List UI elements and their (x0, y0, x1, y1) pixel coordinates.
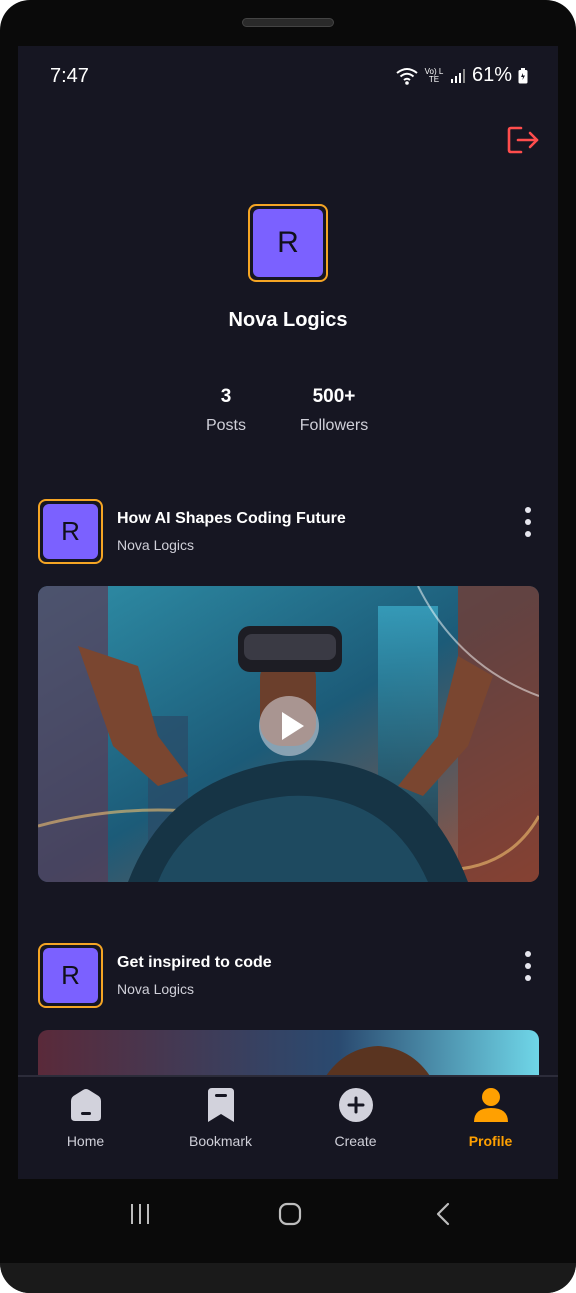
profile-avatar: R (248, 204, 328, 282)
status-time: 7:47 (50, 65, 89, 87)
stat-followers: 500+ Followers (284, 386, 384, 435)
bottom-tab-bar: Home Bookmark Create Profile (18, 1075, 558, 1179)
stat-posts-value: 3 (220, 386, 232, 407)
tab-bookmark-label: Bookmark (188, 1133, 253, 1149)
post-header: R Get inspired to code Nova Logics (38, 943, 538, 1009)
more-options-icon[interactable] (520, 951, 536, 981)
post-title: Get inspired to code (117, 954, 272, 971)
app-screen: 7:47 Vo) LTE 61% R Nova Logics 3 Posts 5… (18, 46, 558, 1179)
plus-icon (338, 1088, 373, 1122)
post-header: R How AI Shapes Coding Future Nova Logic… (38, 499, 538, 565)
profile-icon (473, 1088, 508, 1122)
tab-create[interactable]: Create (288, 1077, 423, 1179)
tab-home[interactable]: Home (18, 1077, 153, 1179)
logout-icon[interactable] (506, 124, 540, 156)
post-title: How AI Shapes Coding Future (117, 510, 346, 527)
wifi-icon (396, 67, 418, 85)
tab-profile[interactable]: Profile (423, 1077, 558, 1179)
lte-indicator: Vo) LTE (424, 66, 444, 84)
status-icons: Vo) LTE 61% (396, 64, 528, 87)
profile-avatar-initial: R (253, 209, 323, 277)
status-bar: 7:47 Vo) LTE 61% (18, 46, 558, 106)
recent-apps-icon[interactable] (128, 1202, 152, 1226)
earpiece-speaker (242, 18, 334, 27)
stat-posts: 3 Posts (186, 386, 266, 435)
play-icon[interactable] (259, 696, 319, 756)
post-avatar[interactable]: R (38, 943, 103, 1008)
battery-icon (518, 67, 528, 83)
back-icon[interactable] (432, 1202, 456, 1226)
post-author: Nova Logics (117, 537, 195, 553)
stat-followers-value: 500+ (312, 386, 356, 407)
stat-posts-label: Posts (205, 417, 246, 434)
more-options-icon[interactable] (520, 507, 536, 537)
tab-home-label: Home (66, 1133, 105, 1149)
stat-followers-label: Followers (299, 417, 369, 434)
phone-frame: 7:47 Vo) LTE 61% R Nova Logics 3 Posts 5… (0, 0, 576, 1293)
post-avatar-initial: R (43, 504, 98, 559)
post-avatar-initial: R (43, 948, 98, 1003)
tab-profile-label: Profile (468, 1133, 513, 1149)
bookmark-icon (207, 1088, 234, 1122)
tab-create-label: Create (334, 1133, 377, 1149)
phone-bottom-edge (0, 1263, 576, 1293)
system-nav-bar (0, 1180, 576, 1250)
post-avatar[interactable]: R (38, 499, 103, 564)
signal-icon (450, 68, 465, 83)
post-author: Nova Logics (117, 981, 195, 997)
home-nav-icon[interactable] (278, 1202, 302, 1226)
video-thumbnail[interactable] (38, 586, 539, 882)
profile-name: Nova Logics (228, 309, 348, 331)
home-icon (70, 1089, 101, 1121)
tab-bookmark[interactable]: Bookmark (153, 1077, 288, 1179)
battery-percent: 61% (471, 64, 512, 86)
